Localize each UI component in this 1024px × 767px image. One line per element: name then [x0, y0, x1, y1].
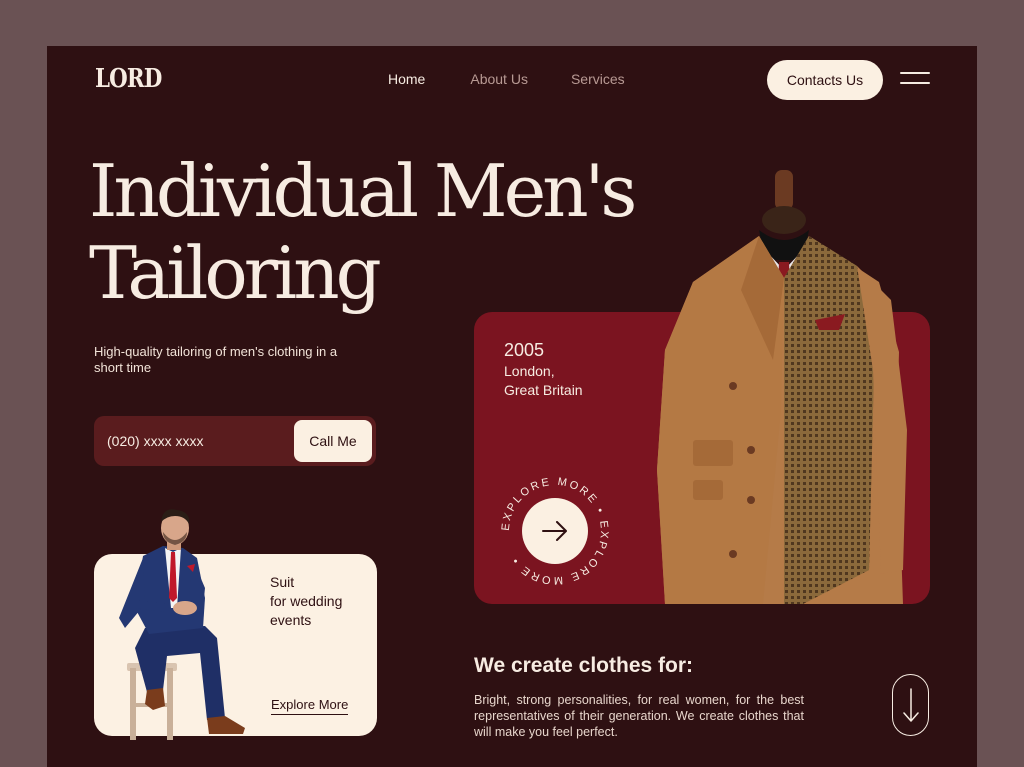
main-nav: Home About Us Services	[388, 71, 625, 87]
scroll-down-button[interactable]	[892, 674, 929, 736]
call-me-button[interactable]: Call Me	[294, 420, 372, 462]
contacts-button[interactable]: Contacts Us	[767, 60, 883, 100]
hero-title-line-1: Individual Men's	[89, 149, 637, 233]
logo[interactable]: LORD	[95, 64, 162, 94]
menu-line	[900, 82, 930, 84]
arrow-down-icon	[902, 688, 919, 722]
suit-card-line-1: Suit	[270, 574, 295, 590]
hero-title-line-2: Tailoring	[89, 231, 382, 315]
phone-input-box: (020) xxxx xxxx Call Me	[94, 416, 376, 466]
nav-item-about-us[interactable]: About Us	[470, 71, 528, 87]
nav-item-services[interactable]: Services	[571, 71, 625, 87]
hero-title: Individual Men's Tailoring	[89, 150, 649, 314]
explore-arrow-button[interactable]	[522, 498, 588, 564]
suit-card-line-2: for wedding	[270, 593, 343, 609]
create-title: We create clothes for:	[474, 654, 694, 677]
man-in-suit-image	[119, 509, 245, 740]
nav-item-home[interactable]: Home	[388, 71, 425, 87]
hamburger-menu-icon[interactable]	[900, 72, 930, 86]
coat-on-mannequin-image	[657, 170, 907, 604]
menu-line	[900, 72, 930, 74]
founding-year: 2005	[504, 340, 545, 360]
landing-page: LORD Home About Us Services Contacts Us …	[47, 46, 977, 767]
create-description: Bright, strong personalities, for real w…	[474, 693, 804, 739]
phone-number[interactable]: (020) xxxx xxxx	[107, 433, 203, 449]
location-city: London,	[504, 363, 555, 379]
suit-card-text: Suit for wedding events	[270, 573, 370, 630]
arrow-right-icon	[542, 521, 567, 541]
location-country: Great Britain	[504, 382, 583, 398]
location: London, Great Britain	[504, 362, 614, 400]
hero-subtitle: High-quality tailoring of men's clothing…	[94, 344, 338, 375]
explore-more-link[interactable]: Explore More	[271, 697, 349, 715]
suit-card-line-3: events	[270, 612, 312, 628]
